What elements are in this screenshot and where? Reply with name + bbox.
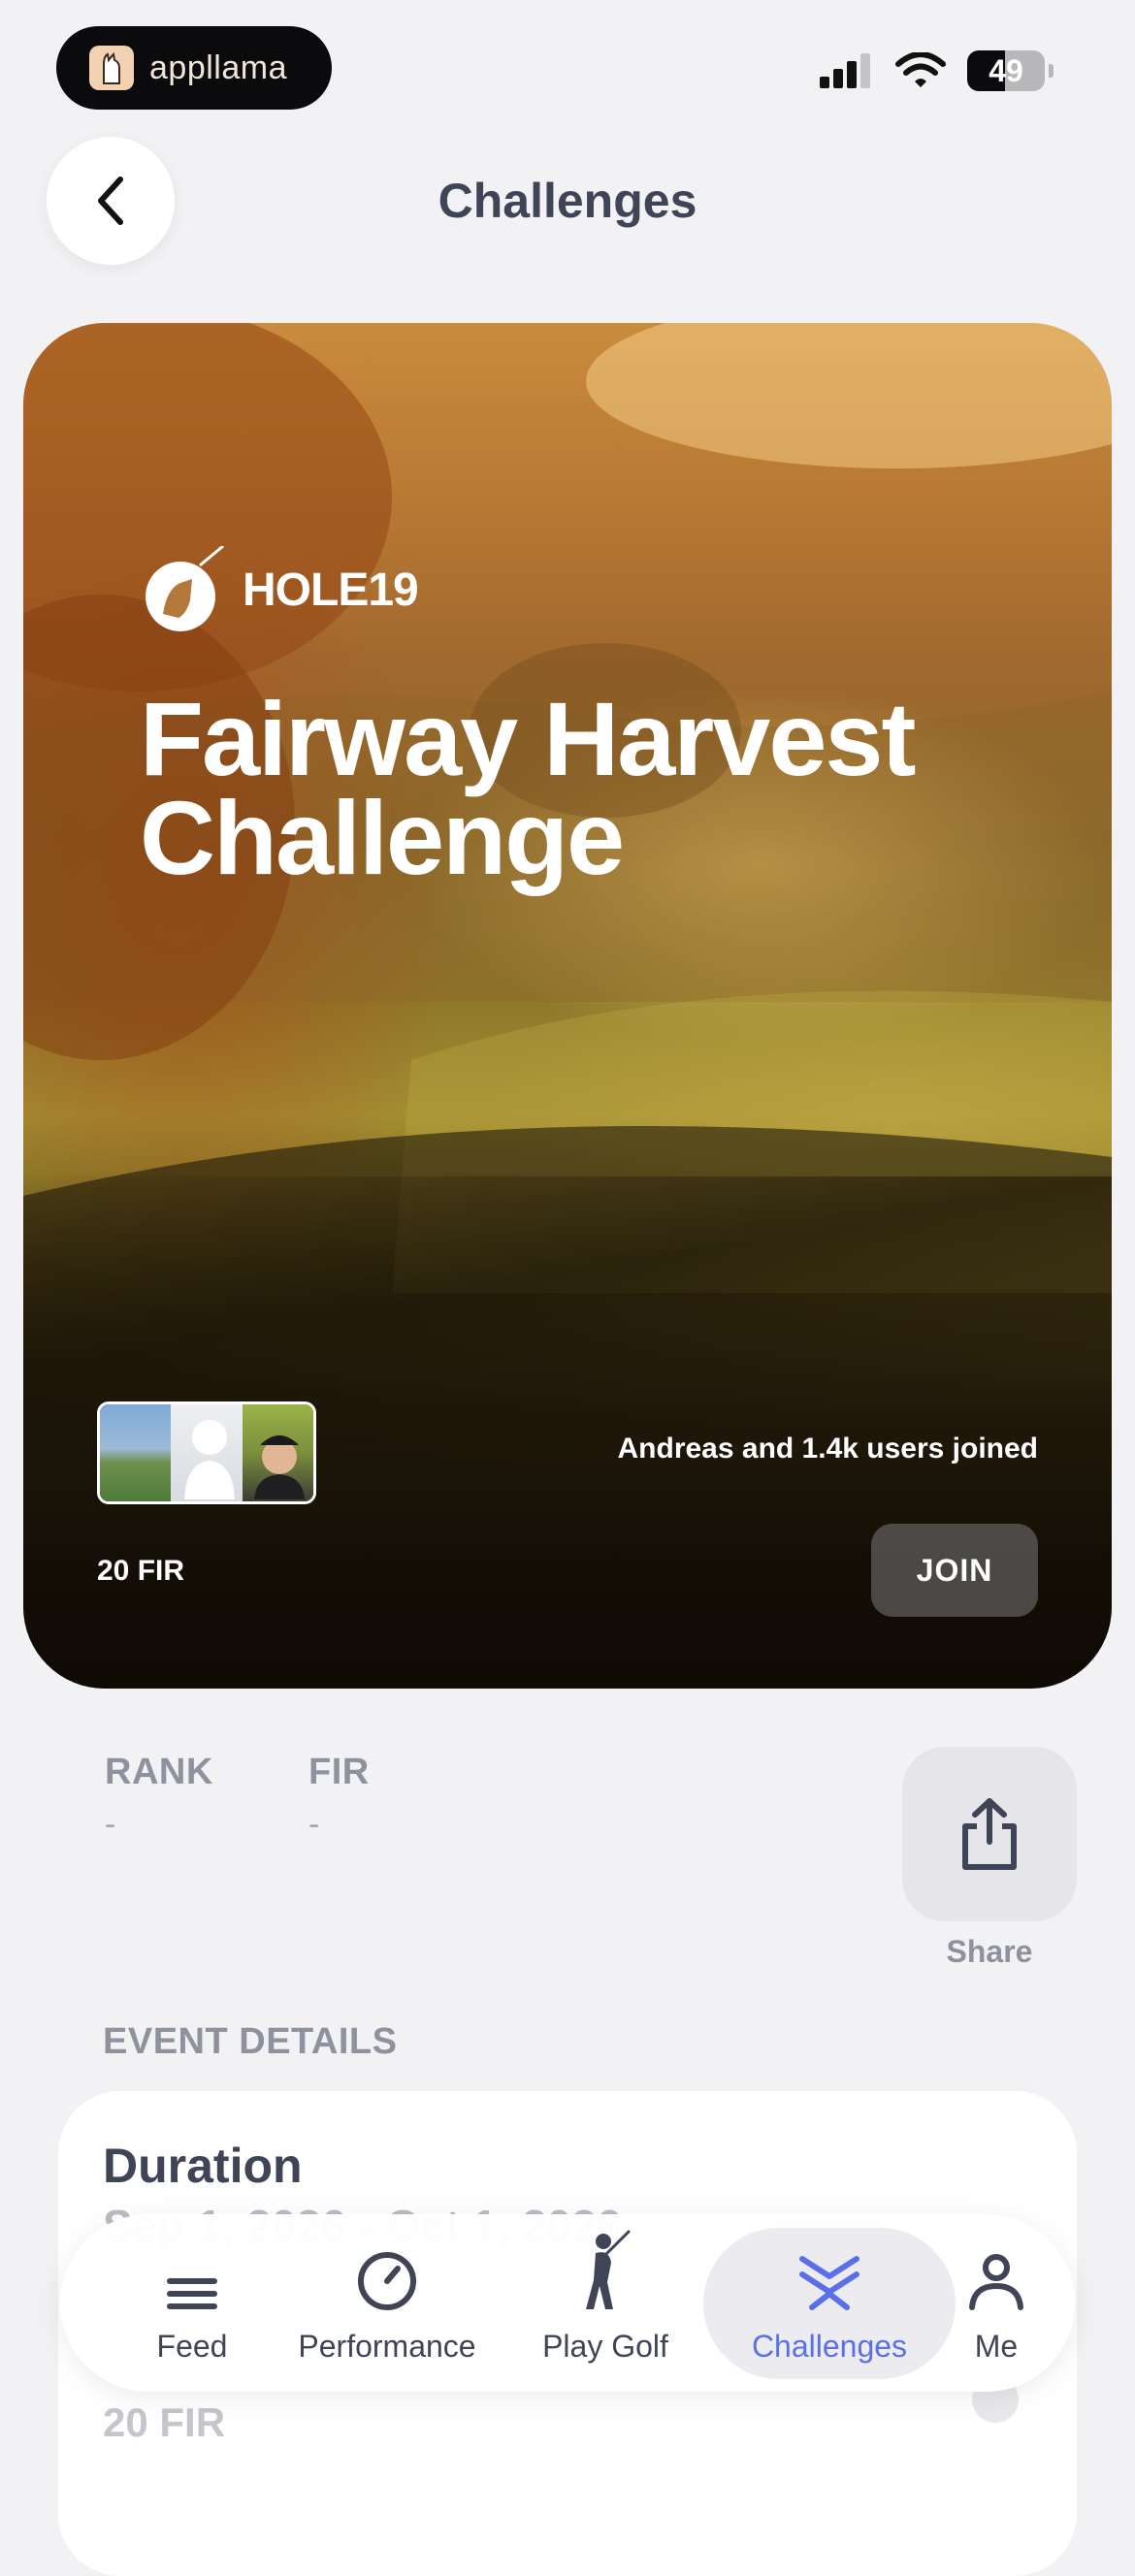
wifi-icon [895,52,946,87]
battery-icon: 49 [967,50,1045,91]
brand-name: HOLE19 [243,564,419,616]
fir-label: FIR [308,1752,370,1792]
chevrons-icon [799,2256,859,2310]
menu-lines-icon [167,2278,217,2309]
person-icon [969,2254,1023,2310]
hole19-logo-icon [146,546,224,631]
llama-logo-icon [89,46,134,90]
tab-label: Feed [156,2329,228,2364]
avatar [171,1404,243,1501]
tab-feed[interactable]: Feed [124,2214,260,2392]
user-photo-avatar [253,1435,305,1499]
avatar [242,1404,313,1501]
tab-me[interactable]: Me [953,2214,1040,2392]
join-button[interactable]: JOIN [871,1524,1038,1617]
joined-count-text: Andreas and 1.4k users joined [617,1433,1039,1465]
share-button[interactable] [902,1747,1077,1921]
tab-label: Me [974,2329,1019,2364]
tab-performance[interactable]: Performance [276,2214,499,2392]
golfer-icon [586,2230,631,2309]
app-badge-label: appllama [149,48,287,86]
challenge-metric: 20 FIR [97,1555,185,1587]
participant-avatars[interactable] [97,1401,316,1504]
tab-label: Challenges [751,2329,908,2364]
battery-tip [1049,64,1054,78]
tab-challenges[interactable]: Challenges [703,2214,956,2392]
rank-value: - [105,1806,116,1843]
app-badge[interactable]: appllama [56,26,332,110]
duration-label: Duration [103,2139,303,2193]
share-label: Share [946,1934,1033,1969]
hole19-brand: HOLE19 [142,546,419,633]
challenge-title: Fairway Harvest Challenge [140,680,1013,896]
page-title: Challenges [438,174,697,228]
challenge-hero-card[interactable]: HOLE19 Fairway Harvest Challenge Andreas… [23,323,1112,1689]
event-details-heading: EVENT DETAILS [103,2021,398,2062]
cellular-signal-icon [820,53,870,88]
tab-bar: Feed Performance Play Golf Challenges Me [60,2214,1075,2392]
share-icon [962,1798,1017,1870]
fir-value: - [308,1806,320,1843]
rank-label: RANK [105,1752,213,1792]
challenge-title-line-2: Challenge [140,779,625,896]
challenge-title-line-1: Fairway Harvest [140,680,916,797]
status-icons: 49 [820,50,1054,91]
tab-label: Play Golf [542,2329,668,2364]
goal-value: 20 FIR [103,2399,226,2445]
avatar [100,1404,172,1501]
person-silhouette-icon [184,1420,236,1499]
gauge-icon [358,2252,416,2310]
tab-play-golf[interactable]: Play Golf [508,2214,702,2392]
battery-level: 49 [989,52,1023,88]
tab-label: Performance [298,2329,476,2364]
